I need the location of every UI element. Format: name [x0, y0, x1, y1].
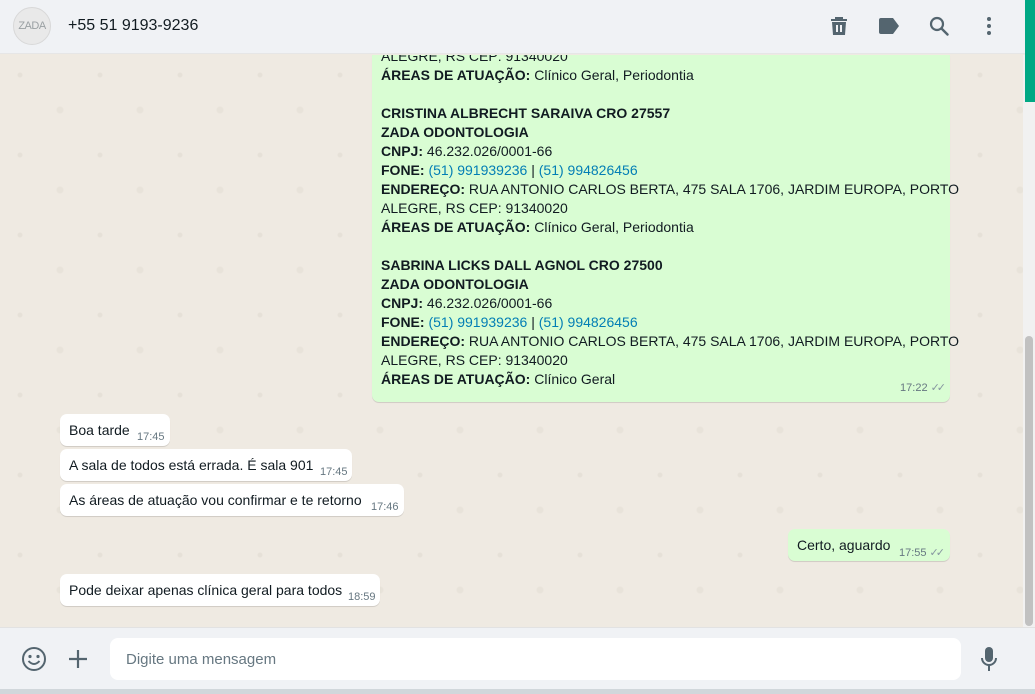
message-time: 17:22 [900, 382, 928, 394]
message-text: Certo, aguardo [797, 537, 891, 553]
message-text: Boa tarde [69, 422, 130, 438]
window-bottom-edge [0, 689, 1035, 694]
dentist-name: CRISTINA ALBRECHT SARAIVA CRO 27557 [381, 105, 671, 121]
chat-scrollbar[interactable] [1023, 55, 1035, 627]
cnpj-line: CNPJ: 46.232.026/0001-66 [381, 294, 552, 313]
avatar-logo-text: ZADA [18, 20, 46, 32]
areas-value: Clínico Geral, Periodontia [530, 67, 694, 83]
chat-header: ZADA +55 51 9193-9236 [0, 0, 1035, 54]
read-ticks-icon: ✓✓ [929, 547, 946, 559]
message-meta: 17:55 ✓✓ [899, 546, 946, 559]
areas-label: ÁREAS DE ATUAÇÃO: [381, 67, 531, 83]
phone-line: FONE: (51) 991939236 | (51) 994826456 [381, 161, 638, 180]
cnpj-line: CNPJ: 46.232.026/0001-66 [381, 142, 552, 161]
menu-icon[interactable] [977, 14, 1001, 38]
areas-value: Clínico Geral, Periodontia [530, 219, 694, 235]
message-time: 18:59 [348, 591, 376, 603]
company-name: ZADA ODONTOLOGIA [381, 124, 529, 140]
contact-avatar[interactable]: ZADA [13, 7, 51, 45]
address-continuation: ALEGRE, RS CEP: 91340020 [381, 55, 568, 64]
phone-link[interactable]: (51) 994826456 [539, 162, 638, 178]
phone-link[interactable]: (51) 991939236 [428, 314, 527, 330]
message-text: As áreas de atuação vou confirmar e te r… [69, 492, 362, 508]
search-icon[interactable] [927, 14, 951, 38]
dentist-name: SABRINA LICKS DALL AGNOL CRO 27500 [381, 257, 663, 273]
areas-label: ÁREAS DE ATUAÇÃO: [381, 219, 531, 235]
message-meta: 17:22 ✓✓ [900, 381, 947, 394]
address-value: RUA ANTONIO CARLOS BERTA, 475 SALA 1706,… [465, 333, 960, 349]
scrollbar-thumb[interactable] [1025, 336, 1033, 626]
incoming-message-bubble[interactable]: Pode deixar apenas clínica geral para to… [60, 574, 380, 606]
phone-line: FONE: (51) 991939236 | (51) 994826456 [381, 313, 638, 332]
company-name: ZADA ODONTOLOGIA [381, 276, 529, 292]
incoming-message-bubble[interactable]: Boa tarde 17:45 [60, 414, 170, 446]
message-input[interactable] [110, 638, 961, 680]
areas-line: ÁREAS DE ATUAÇÃO: Clínico Geral [381, 370, 615, 389]
accent-strip [1025, 0, 1035, 102]
areas-label: ÁREAS DE ATUAÇÃO: [381, 371, 531, 387]
composer-footer [0, 627, 1035, 689]
delete-icon[interactable] [827, 14, 851, 38]
chat-area[interactable]: ALEGRE, RS CEP: 91340020 ÁREAS DE ATUAÇÃ… [0, 55, 1035, 627]
outgoing-message-bubble[interactable]: Certo, aguardo 17:55 ✓✓ [788, 529, 950, 561]
address-continuation: ALEGRE, RS CEP: 91340020 [381, 200, 568, 216]
incoming-message-bubble[interactable]: A sala de todos está errada. É sala 901 … [60, 449, 352, 481]
phone-label: FONE: [381, 162, 425, 178]
contact-name[interactable]: +55 51 9193-9236 [68, 17, 198, 35]
address-continuation: ALEGRE, RS CEP: 91340020 [381, 352, 568, 368]
phone-link[interactable]: (51) 991939236 [428, 162, 527, 178]
phone-link[interactable]: (51) 994826456 [539, 314, 638, 330]
message-time: 17:45 [137, 431, 165, 443]
cnpj-value: 46.232.026/0001-66 [423, 143, 553, 159]
cnpj-label: CNPJ: [381, 295, 424, 311]
address-label: ENDEREÇO: [381, 333, 466, 349]
phone-separator: | [527, 162, 539, 178]
attach-icon[interactable] [64, 645, 92, 673]
mic-icon[interactable] [975, 645, 1003, 673]
message-time: 17:45 [320, 466, 348, 478]
label-icon[interactable] [877, 14, 901, 38]
message-time: 17:55 [899, 547, 927, 559]
address-label: ENDEREÇO: [381, 181, 466, 197]
phone-label: FONE: [381, 314, 425, 330]
areas-line: ÁREAS DE ATUAÇÃO: Clínico Geral, Periodo… [381, 218, 694, 237]
message-text: Pode deixar apenas clínica geral para to… [69, 582, 343, 598]
incoming-message-bubble[interactable]: As áreas de atuação vou confirmar e te r… [60, 484, 404, 516]
message-text: A sala de todos está errada. É sala 901 [69, 457, 314, 473]
cnpj-value: 46.232.026/0001-66 [423, 295, 553, 311]
message-time: 17:46 [371, 501, 399, 513]
areas-value: Clínico Geral [530, 371, 616, 387]
message-input-container[interactable] [110, 638, 961, 680]
emoji-icon[interactable] [20, 645, 48, 673]
cnpj-label: CNPJ: [381, 143, 424, 159]
address-line: ENDEREÇO: RUA ANTONIO CARLOS BERTA, 475 … [381, 332, 959, 351]
phone-separator: | [527, 314, 539, 330]
read-ticks-icon: ✓✓ [930, 382, 947, 394]
outgoing-message-bubble[interactable]: ALEGRE, RS CEP: 91340020 ÁREAS DE ATUAÇÃ… [372, 55, 959, 402]
areas-line: ÁREAS DE ATUAÇÃO: Clínico Geral, Periodo… [381, 66, 694, 85]
address-line: ENDEREÇO: RUA ANTONIO CARLOS BERTA, 475 … [381, 180, 959, 199]
address-value: RUA ANTONIO CARLOS BERTA, 475 SALA 1706,… [465, 181, 960, 197]
